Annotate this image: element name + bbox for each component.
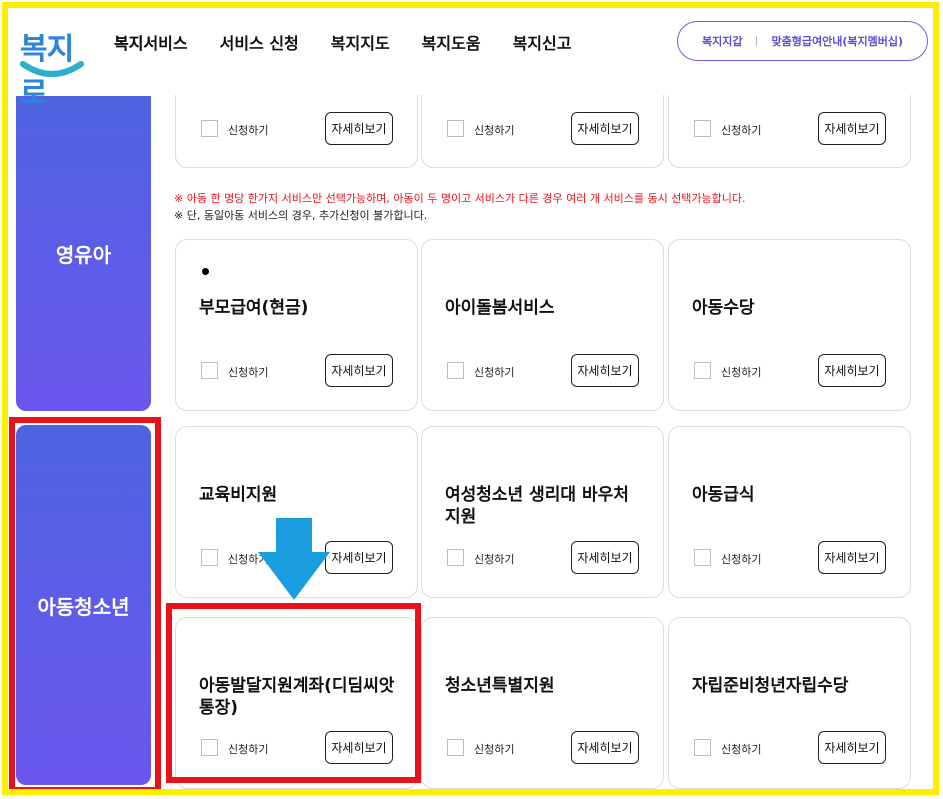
apply-label: 신청하기 — [228, 743, 269, 756]
detail-button[interactable]: 자세히보기 — [818, 112, 886, 145]
service-card-development-account: 아동발달지원계좌(디딤씨앗 통장) 신청하기 자세히보기 — [175, 617, 418, 789]
apply-label: 신청하기 — [474, 743, 515, 756]
nav-welfare-map[interactable]: 복지지도 — [331, 30, 390, 54]
detail-button[interactable]: 자세히보기 — [325, 112, 393, 145]
service-card-child-meals: 아동급식 신청하기 자세히보기 — [668, 426, 911, 598]
apply-checkbox[interactable] — [201, 362, 218, 379]
quick-links-pill: 복지지갑 맞춤형급여안내(복지멤버십) — [677, 21, 928, 61]
nav-service-apply[interactable]: 서비스 신청 — [220, 30, 299, 54]
custom-benefit-link[interactable]: 맞춤형급여안내(복지멤버십) — [771, 33, 903, 49]
logo[interactable]: 복지로 — [16, 16, 88, 111]
apply-checkbox[interactable] — [694, 362, 711, 379]
notice-line-1: ※ 아동 한 명당 한가지 서비스만 선택가능하며, 아동이 두 명이고 서비스… — [174, 192, 746, 205]
detail-button[interactable]: 자세히보기 — [325, 731, 393, 764]
service-notice: ※ 아동 한 명당 한가지 서비스만 선택가능하며, 아동이 두 명이고 서비스… — [174, 190, 746, 224]
service-card-parent-benefit: 부모급여(현금) 신청하기 자세히보기 — [175, 239, 418, 411]
card-title: 아동수당 — [692, 298, 755, 318]
apply-checkbox[interactable] — [447, 120, 464, 137]
card-title: 부모급여(현금) — [199, 298, 309, 318]
apply-checkbox[interactable] — [694, 549, 711, 566]
service-card-independence-allowance: 자립준비청년자립수당 신청하기 자세히보기 — [668, 617, 911, 789]
apply-label: 신청하기 — [228, 124, 269, 137]
service-card-youth-special: 청소년특별지원 신청하기 자세히보기 — [421, 617, 664, 789]
apply-checkbox[interactable] — [447, 549, 464, 566]
detail-button[interactable]: 자세히보기 — [571, 354, 639, 387]
card-title: 청소년특별지원 — [445, 676, 555, 696]
nav-welfare-help[interactable]: 복지도움 — [422, 30, 481, 54]
card-title: 여성청소년 생리대 바우처 지원 — [445, 485, 629, 527]
sidebar-tab-label: 아동청소년 — [37, 594, 130, 619]
apply-label: 신청하기 — [474, 124, 515, 137]
card-title: 아이돌봄서비스 — [445, 298, 555, 318]
sidebar-tab-child-youth[interactable]: 아동청소년 — [16, 425, 151, 785]
nav-welfare-report[interactable]: 복지신고 — [513, 30, 572, 54]
apply-label: 신청하기 — [474, 366, 515, 379]
apply-checkbox[interactable] — [447, 362, 464, 379]
detail-button[interactable]: 자세히보기 — [325, 541, 393, 574]
apply-label: 신청하기 — [721, 553, 762, 566]
detail-button[interactable]: 자세히보기 — [818, 731, 886, 764]
nav-welfare-service[interactable]: 복지서비스 — [114, 30, 188, 54]
card-title: 아동발달지원계좌(디딤씨앗 통장) — [199, 676, 395, 718]
sidebar-tab-label: 영유아 — [55, 243, 112, 267]
service-card-child-allowance: 아동수당 신청하기 자세히보기 — [668, 239, 911, 411]
detail-button[interactable]: 자세히보기 — [818, 541, 886, 574]
down-arrow-icon — [258, 518, 330, 600]
detail-button[interactable]: 자세히보기 — [571, 541, 639, 574]
bullet-icon — [202, 268, 209, 275]
service-card-child-care: 아이돌봄서비스 신청하기 자세히보기 — [421, 239, 664, 411]
detail-button[interactable]: 자세히보기 — [818, 354, 886, 387]
apply-label: 신청하기 — [474, 553, 515, 566]
card-title: 자립준비청년자립수당 — [692, 676, 849, 696]
apply-checkbox[interactable] — [201, 549, 218, 566]
detail-button[interactable]: 자세히보기 — [571, 112, 639, 145]
card-title: 아동급식 — [692, 485, 755, 505]
main-nav: 복지서비스 서비스 신청 복지지도 복지도움 복지신고 — [114, 30, 571, 54]
apply-label: 신청하기 — [228, 366, 269, 379]
service-card-sanitary-voucher: 여성청소년 생리대 바우처 지원 신청하기 자세히보기 — [421, 426, 664, 598]
apply-label: 신청하기 — [721, 124, 762, 137]
header-overlay: 복지로 복지서비스 서비스 신청 복지지도 복지도움 복지신고 복지지갑 맞춤형… — [8, 8, 933, 111]
card-title: 교육비지원 — [199, 485, 278, 505]
welfare-wallet-link[interactable]: 복지지갑 — [702, 33, 742, 49]
apply-checkbox[interactable] — [201, 739, 218, 756]
apply-checkbox[interactable] — [694, 120, 711, 137]
apply-label: 신청하기 — [721, 743, 762, 756]
detail-button[interactable]: 자세히보기 — [571, 731, 639, 764]
apply-checkbox[interactable] — [447, 739, 464, 756]
notice-line-2: ※ 단, 동일아동 서비스의 경우, 추가신청이 불가합니다. — [174, 209, 428, 222]
pill-divider — [756, 36, 758, 46]
logo-smile-icon — [20, 61, 84, 77]
apply-checkbox[interactable] — [694, 739, 711, 756]
sidebar-tab-infant[interactable]: 영유아 — [16, 96, 151, 411]
apply-checkbox[interactable] — [201, 120, 218, 137]
apply-label: 신청하기 — [721, 366, 762, 379]
detail-button[interactable]: 자세히보기 — [325, 354, 393, 387]
